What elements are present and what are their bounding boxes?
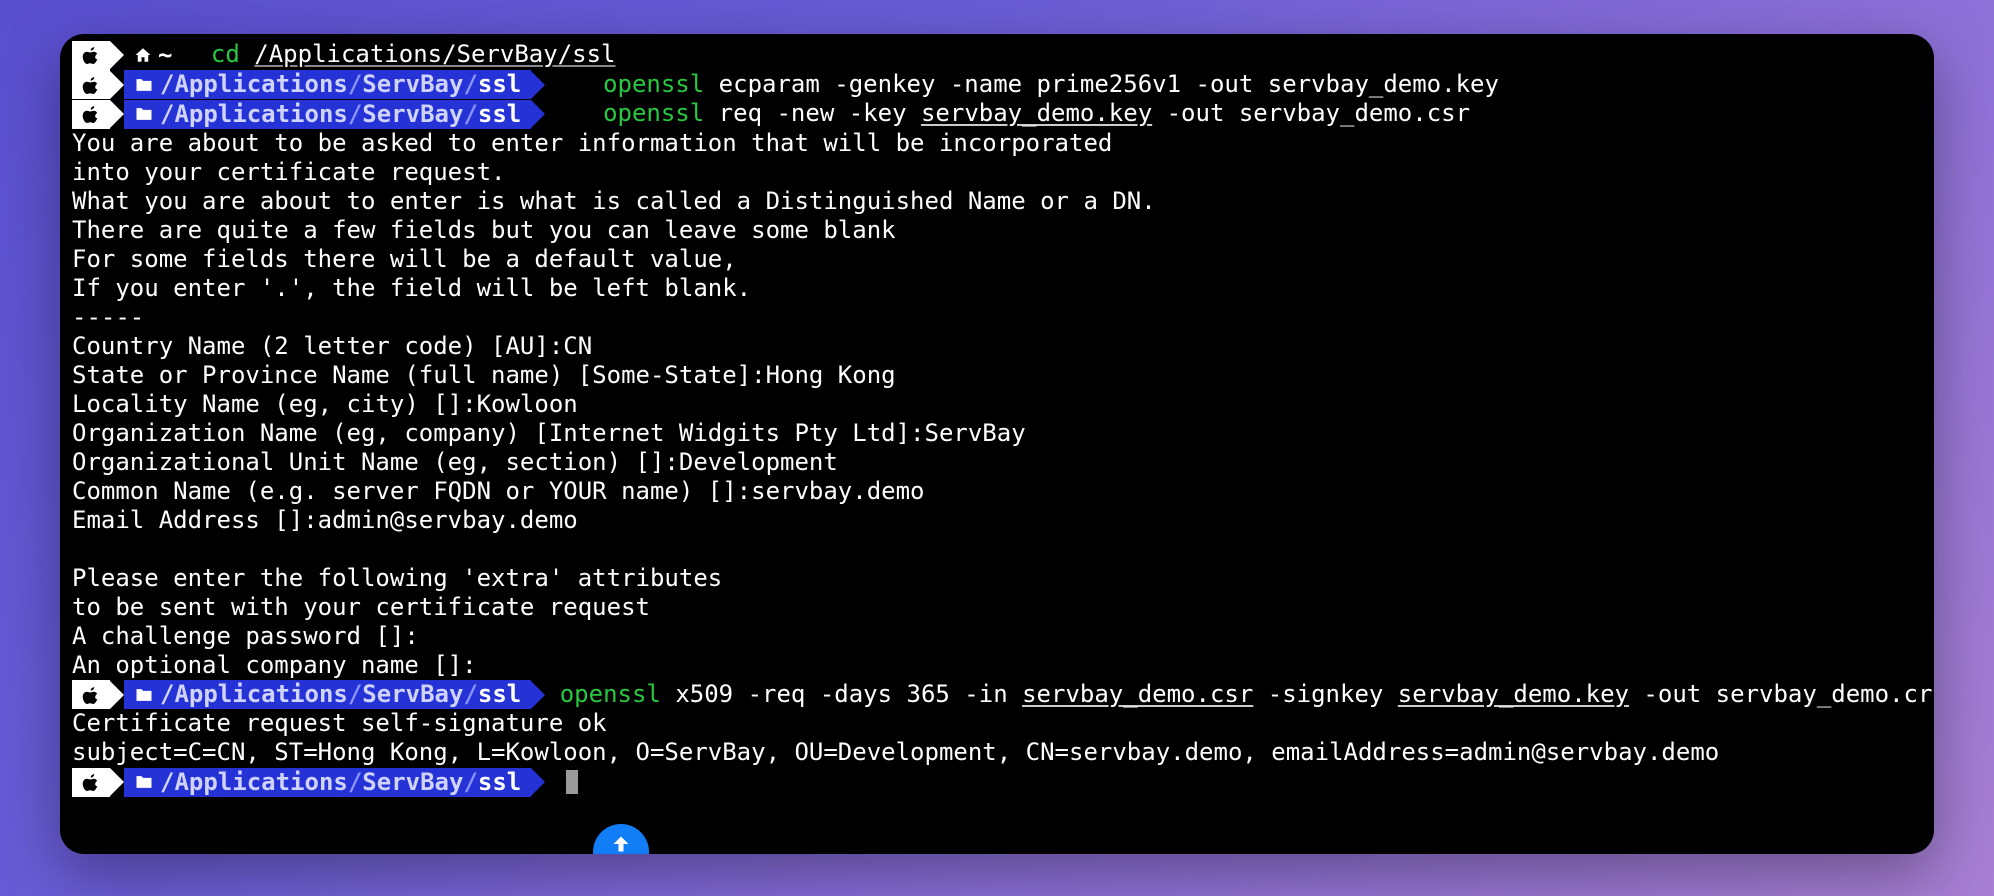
prompt-path: /Applications/ServBay/ssl xyxy=(124,70,531,99)
terminal-output: Organizational Unit Name (eg, section) [… xyxy=(60,448,1934,477)
terminal-output: Locality Name (eg, city) []:Kowloon xyxy=(60,390,1934,419)
terminal-output: Email Address []:admin@servbay.demo xyxy=(60,506,1934,535)
terminal-output: What you are about to enter is what is c… xyxy=(60,187,1934,216)
prompt-home-path: ~ xyxy=(124,41,182,70)
terminal-window[interactable]: ~ cd /Applications/ServBay/ssl /Applicat… xyxy=(60,34,1934,854)
terminal-output: An optional company name []: xyxy=(60,651,1934,680)
terminal-line[interactable]: /Applications/ServBay/ssl xyxy=(60,767,1934,797)
cmd-req-post: -out servbay_demo.csr xyxy=(1152,99,1470,127)
cmd-openssl: openssl xyxy=(603,70,704,98)
apple-icon xyxy=(72,70,110,99)
terminal-output: Organization Name (eg, company) [Interne… xyxy=(60,419,1934,448)
upload-button[interactable] xyxy=(593,824,649,854)
terminal-output: If you enter '.', the field will be left… xyxy=(60,274,1934,303)
prompt-path: /Applications/ServBay/ssl xyxy=(124,768,531,797)
terminal-output: into your certificate request. xyxy=(60,158,1934,187)
prompt-ssl: /Applications/ServBay/ssl xyxy=(72,70,545,99)
terminal-output: Please enter the following 'extra' attri… xyxy=(60,564,1934,593)
folder-icon xyxy=(134,772,154,792)
cmd-cd-arg: /Applications/ServBay/ssl xyxy=(254,40,615,68)
cmd-req-keyfile: servbay_demo.key xyxy=(921,99,1152,127)
cmd-x509-p1: x509 -req -days 365 -in xyxy=(661,680,1022,708)
terminal-output: ----- xyxy=(60,303,1934,332)
terminal-output: There are quite a few fields but you can… xyxy=(60,216,1934,245)
terminal-line: /Applications/ServBay/ssl openssl ecpara… xyxy=(60,70,1934,100)
terminal-line: ~ cd /Applications/ServBay/ssl xyxy=(60,40,1934,70)
prompt-home-tilde: ~ xyxy=(158,41,172,70)
apple-icon xyxy=(72,100,110,129)
prompt-path: /Applications/ServBay/ssl xyxy=(124,100,531,129)
apple-icon xyxy=(72,680,110,709)
terminal-output: For some fields there will be a default … xyxy=(60,245,1934,274)
terminal-cursor[interactable] xyxy=(566,770,578,794)
terminal-line: /Applications/ServBay/ssl openssl req -n… xyxy=(60,99,1934,129)
cmd-x509-p3: -out servbay_demo.crt xyxy=(1629,680,1934,708)
terminal-output: Common Name (e.g. server FQDN or YOUR na… xyxy=(60,477,1934,506)
cmd-ecparam-args: ecparam -genkey -name prime256v1 -out se… xyxy=(719,70,1499,98)
cmd-openssl: openssl xyxy=(560,680,661,708)
terminal-output: subject=C=CN, ST=Hong Kong, L=Kowloon, O… xyxy=(60,738,1934,767)
prompt-path: /Applications/ServBay/ssl xyxy=(124,680,531,709)
upload-icon xyxy=(606,834,636,855)
prompt-ssl: /Applications/ServBay/ssl xyxy=(72,680,545,709)
terminal-output: Certificate request self-signature ok xyxy=(60,709,1934,738)
prompt-home: ~ xyxy=(72,41,196,70)
cmd-openssl: openssl xyxy=(603,99,704,127)
apple-icon xyxy=(72,41,110,70)
terminal-line: /Applications/ServBay/ssl openssl x509 -… xyxy=(60,680,1934,710)
folder-icon xyxy=(134,75,154,95)
terminal-output: State or Province Name (full name) [Some… xyxy=(60,361,1934,390)
cmd-req-pre: req -new -key xyxy=(719,99,921,127)
cmd-cd-bin: cd xyxy=(211,40,240,68)
cmd-x509-key: servbay_demo.key xyxy=(1398,680,1629,708)
terminal-output: Country Name (2 letter code) [AU]:CN xyxy=(60,332,1934,361)
terminal-output: You are about to be asked to enter infor… xyxy=(60,129,1934,158)
apple-icon xyxy=(72,768,110,797)
cmd-x509-p2: -signkey xyxy=(1253,680,1398,708)
cmd-x509-csr: servbay_demo.csr xyxy=(1022,680,1253,708)
terminal-output: A challenge password []: xyxy=(60,622,1934,651)
folder-icon xyxy=(134,104,154,124)
folder-icon xyxy=(134,685,154,705)
terminal-output: to be sent with your certificate request xyxy=(60,593,1934,622)
prompt-ssl: /Applications/ServBay/ssl xyxy=(72,768,545,797)
prompt-ssl: /Applications/ServBay/ssl xyxy=(72,100,545,129)
